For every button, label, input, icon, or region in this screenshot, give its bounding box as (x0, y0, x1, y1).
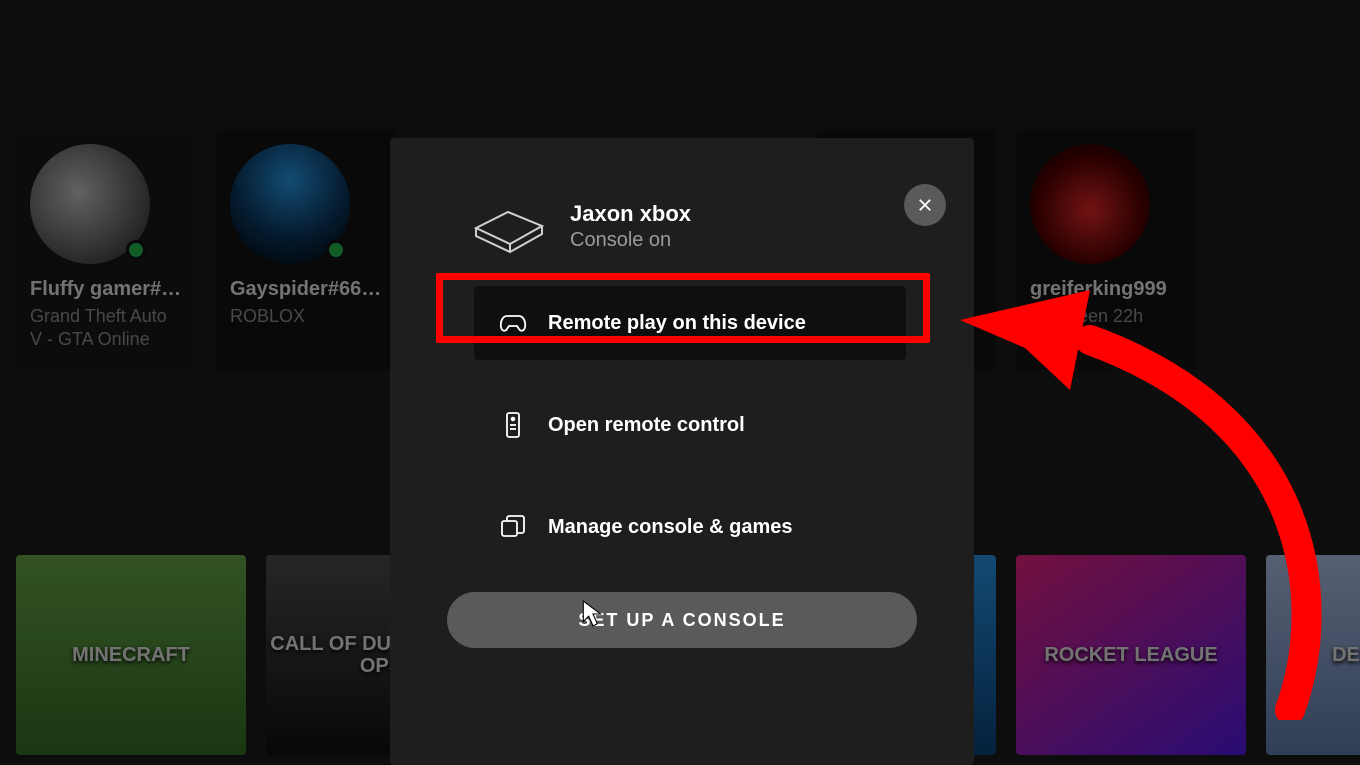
game-tile[interactable]: DESCEND (1266, 555, 1360, 755)
friend-card[interactable]: Gayspider#6612 ROBLOX (216, 130, 396, 370)
remote-icon (498, 410, 528, 440)
game-label: MINECRAFT (72, 644, 190, 667)
console-name: Jaxon xbox (570, 201, 691, 227)
option-label: Open remote control (548, 414, 745, 437)
setup-console-button[interactable]: SET UP A CONSOLE (447, 592, 917, 648)
friend-card[interactable]: greiferking999 Last seen 22h ago: Home (1016, 130, 1196, 370)
open-remote-button[interactable]: Open remote control (474, 388, 906, 462)
option-list: Remote play on this device Open remote c… (474, 286, 906, 564)
console-dialog: Jaxon xbox Console on Remote play on thi… (390, 138, 974, 765)
console-header: Jaxon xbox Console on (468, 196, 946, 256)
friend-name: Fluffy gamer#… (30, 278, 182, 301)
game-label: DESCEND (1332, 644, 1360, 667)
remote-play-button[interactable]: Remote play on this device (474, 286, 906, 360)
manage-console-button[interactable]: Manage console & games (474, 490, 906, 564)
presence-dot (326, 240, 346, 260)
setup-label: SET UP A CONSOLE (578, 610, 785, 631)
console-status: Console on (570, 229, 691, 252)
close-icon (916, 196, 934, 214)
avatar (30, 144, 150, 264)
avatar (1030, 144, 1150, 264)
game-label: ROCKET LEAGUE (1044, 644, 1217, 666)
option-label: Manage console & games (548, 516, 793, 539)
avatar (230, 144, 350, 264)
game-tile[interactable]: ROCKET LEAGUE (1016, 555, 1246, 755)
game-tile[interactable]: MINECRAFT (16, 555, 246, 755)
console-icon (468, 196, 550, 256)
stack-icon (498, 512, 528, 542)
friend-name: greiferking999 (1030, 278, 1182, 301)
option-label: Remote play on this device (548, 312, 806, 335)
friend-status: Grand Theft Auto V - GTA Online (30, 305, 182, 350)
controller-icon (498, 308, 528, 338)
friend-status: Last seen 22h ago: Home (1030, 305, 1182, 350)
presence-dot (126, 240, 146, 260)
close-button[interactable] (904, 184, 946, 226)
friend-name: Gayspider#6612 (230, 278, 382, 301)
friend-status: ROBLOX (230, 305, 382, 328)
friend-card[interactable]: Fluffy gamer#… Grand Theft Auto V - GTA … (16, 130, 196, 370)
